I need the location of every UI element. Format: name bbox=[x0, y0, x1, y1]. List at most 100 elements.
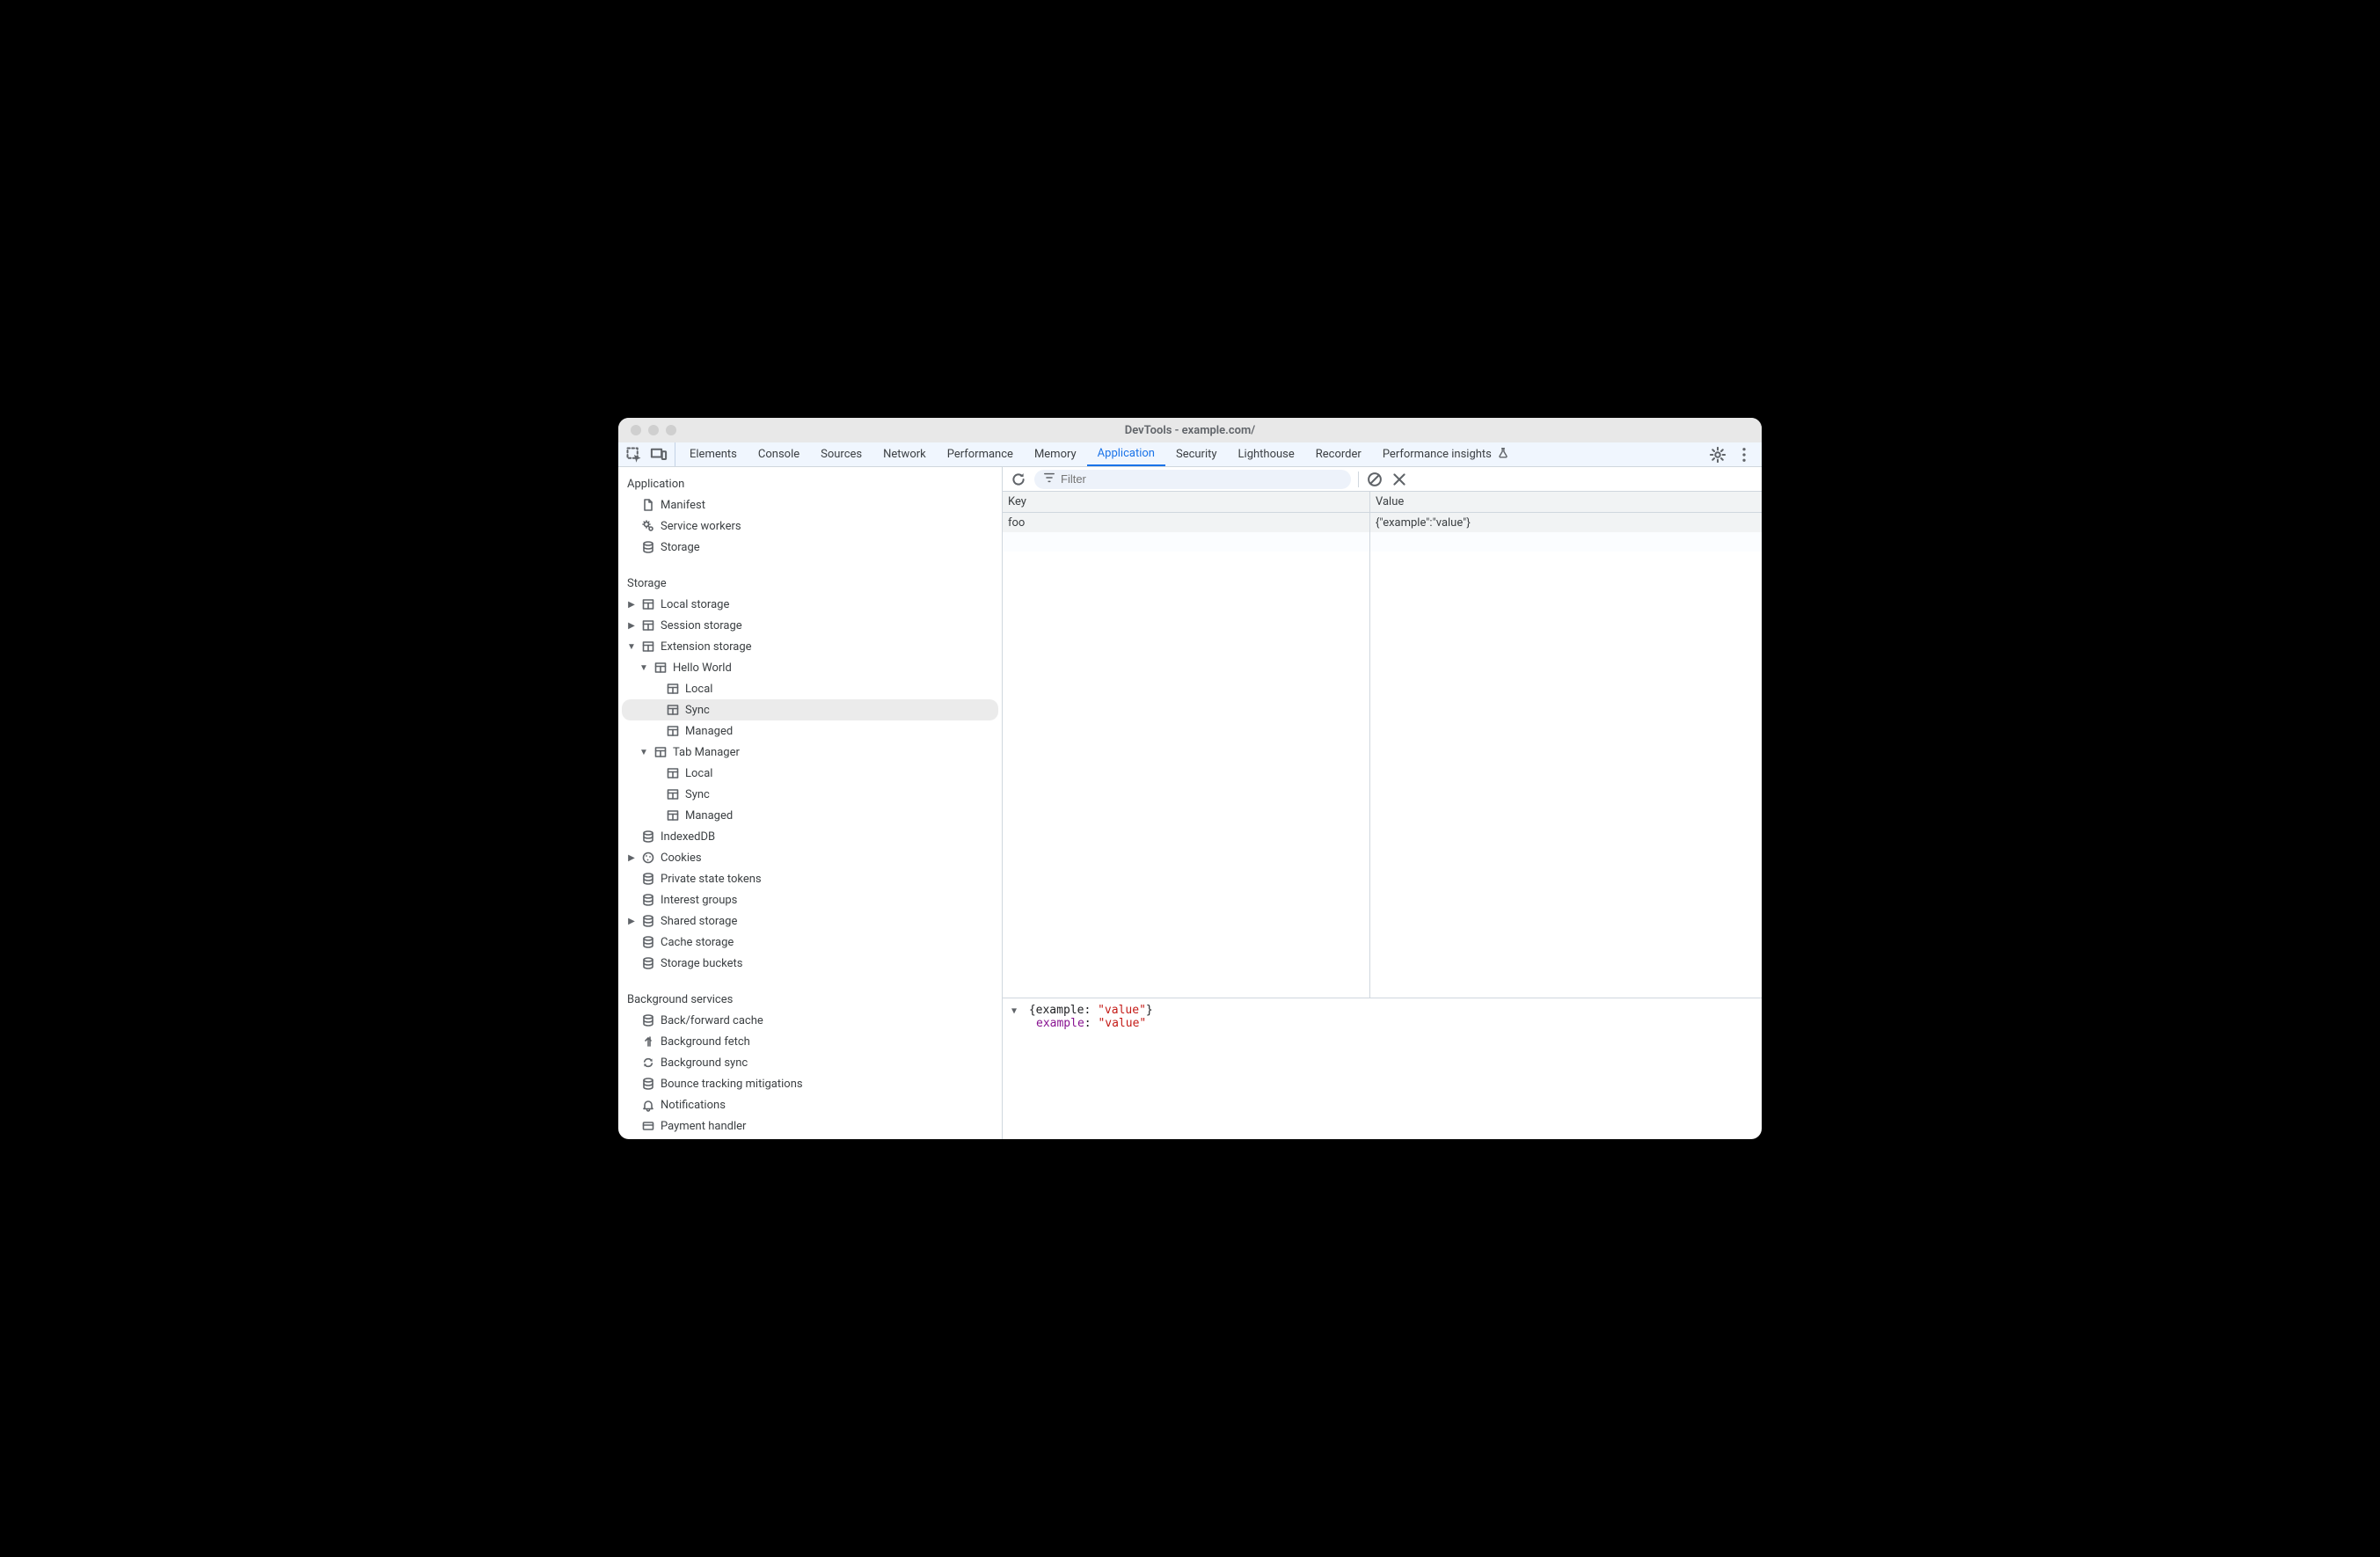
refresh-icon[interactable] bbox=[1010, 471, 1027, 488]
sidebar-item-extension-storage[interactable]: ▼Extension storage bbox=[618, 636, 1002, 657]
key-column-body: foo bbox=[1003, 513, 1369, 998]
tab-label: Elements bbox=[690, 448, 737, 461]
table-icon bbox=[653, 661, 668, 675]
section-header-background-services: Background services bbox=[618, 986, 1002, 1010]
filter-box[interactable] bbox=[1034, 470, 1351, 489]
sidebar-item-session-storage[interactable]: ▶ Session storage bbox=[618, 615, 1002, 636]
close-window-icon[interactable] bbox=[631, 425, 641, 435]
sidebar-item-storage[interactable]: ▶Storage bbox=[618, 537, 1002, 558]
chevron-down-icon[interactable]: ▼ bbox=[639, 663, 648, 673]
tab-label: Sources bbox=[821, 448, 862, 461]
sidebar-item-interest-groups[interactable]: ▶Interest groups bbox=[618, 889, 1002, 910]
zoom-window-icon[interactable] bbox=[666, 425, 676, 435]
sidebar-item-local[interactable]: ▶Local bbox=[618, 678, 1002, 699]
sidebar-item-back/forward-cache[interactable]: ▶Back/forward cache bbox=[618, 1010, 1002, 1031]
settings-icon[interactable] bbox=[1709, 446, 1727, 464]
table-icon bbox=[653, 745, 668, 759]
db-icon bbox=[641, 540, 655, 554]
chevron-down-icon[interactable]: ▼ bbox=[639, 748, 648, 757]
inspect-element-icon[interactable] bbox=[625, 446, 643, 464]
sidebar-item-label: Managed bbox=[685, 809, 733, 822]
toolbar-right-group bbox=[1700, 442, 1762, 466]
sidebar-item-managed[interactable]: ▶Managed bbox=[618, 720, 1002, 742]
db-icon bbox=[641, 956, 655, 970]
sidebar-item-label: Hello World bbox=[673, 662, 732, 675]
section-header-application: Application bbox=[618, 471, 1002, 494]
tab-performance-insights[interactable]: Performance insights bbox=[1372, 442, 1520, 466]
sidebar-item-label: Local bbox=[685, 767, 712, 780]
db-icon bbox=[641, 914, 655, 928]
sidebar-item-label: Shared storage bbox=[661, 915, 737, 928]
sidebar-item-label: Session storage bbox=[661, 619, 742, 632]
sidebar-item-tab-manager[interactable]: ▼Tab Manager bbox=[618, 742, 1002, 763]
table-icon bbox=[666, 766, 680, 780]
sidebar-item-label: Managed bbox=[685, 725, 733, 738]
sidebar-item-shared-storage[interactable]: ▶ Shared storage bbox=[618, 910, 1002, 932]
table-icon bbox=[666, 808, 680, 822]
chevron-right-icon[interactable]: ▶ bbox=[627, 917, 636, 926]
filter-input[interactable] bbox=[1061, 472, 1342, 486]
sidebar-item-label: Private state tokens bbox=[661, 873, 762, 886]
window-controls bbox=[618, 425, 676, 435]
sidebar-item-background-fetch[interactable]: ▶Background fetch bbox=[618, 1031, 1002, 1052]
tab-recorder[interactable]: Recorder bbox=[1305, 442, 1372, 466]
sidebar-item-cache-storage[interactable]: ▶Cache storage bbox=[618, 932, 1002, 953]
sidebar-item-label: Manifest bbox=[661, 499, 705, 512]
sidebar-item-label: Sync bbox=[685, 704, 710, 717]
clear-all-icon[interactable] bbox=[1366, 471, 1383, 488]
sidebar-item-payment-handler[interactable]: ▶Payment handler bbox=[618, 1115, 1002, 1137]
sidebar-item-cookies[interactable]: ▶Cookies bbox=[618, 847, 1002, 868]
value-column-body: {"example":"value"} bbox=[1370, 513, 1762, 998]
table-icon bbox=[666, 787, 680, 801]
sidebar-item-label: Storage buckets bbox=[661, 957, 743, 970]
tab-label: Performance insights bbox=[1383, 448, 1492, 461]
tab-security[interactable]: Security bbox=[1165, 442, 1228, 466]
chevron-down-icon[interactable]: ▼ bbox=[627, 642, 636, 652]
sidebar-item-sync[interactable]: ▶Sync bbox=[622, 699, 998, 720]
sidebar-item-service-workers[interactable]: ▶Service workers bbox=[618, 515, 1002, 537]
sidebar-item-private-state-tokens[interactable]: ▶Private state tokens bbox=[618, 868, 1002, 889]
sidebar-item-storage-buckets[interactable]: ▶Storage buckets bbox=[618, 953, 1002, 974]
tab-console[interactable]: Console bbox=[748, 442, 810, 466]
tab-network[interactable]: Network bbox=[872, 442, 937, 466]
sidebar-item-bounce-tracking-mitigations[interactable]: ▶Bounce tracking mitigations bbox=[618, 1073, 1002, 1094]
sidebar-item-managed[interactable]: ▶Managed bbox=[618, 805, 1002, 826]
minimize-window-icon[interactable] bbox=[648, 425, 659, 435]
sidebar-item-label: Sync bbox=[685, 788, 710, 801]
tab-performance[interactable]: Performance bbox=[937, 442, 1024, 466]
table-row[interactable]: {"example":"value"} bbox=[1370, 513, 1762, 532]
sidebar-item-hello-world[interactable]: ▼ Hello World bbox=[618, 657, 1002, 678]
sidebar-item-notifications[interactable]: ▶Notifications bbox=[618, 1094, 1002, 1115]
sidebar-item-local[interactable]: ▶Local bbox=[618, 763, 1002, 784]
sidebar-item-background-sync[interactable]: ▶Background sync bbox=[618, 1052, 1002, 1073]
key-column-header[interactable]: Key bbox=[1003, 492, 1369, 513]
expand-arrow-icon[interactable]: ▼ bbox=[1011, 1006, 1022, 1016]
preview-summary-value: "value" bbox=[1098, 1004, 1146, 1017]
sidebar-item-indexeddb[interactable]: ▶IndexedDB bbox=[618, 826, 1002, 847]
tab-sources[interactable]: Sources bbox=[810, 442, 872, 466]
main-toolbar: ElementsConsoleSourcesNetworkPerformance… bbox=[618, 442, 1762, 467]
window-title: DevTools - example.com/ bbox=[618, 424, 1762, 437]
fetch-icon bbox=[641, 1034, 655, 1049]
tab-memory[interactable]: Memory bbox=[1024, 442, 1087, 466]
delete-selected-icon[interactable] bbox=[1391, 471, 1408, 488]
toolbar-left-group bbox=[618, 442, 675, 466]
key-column: Key foo bbox=[1003, 492, 1370, 998]
tab-application[interactable]: Application bbox=[1087, 442, 1165, 466]
tab-lighthouse[interactable]: Lighthouse bbox=[1228, 442, 1305, 466]
db-icon bbox=[641, 830, 655, 844]
sidebar-item-local-storage[interactable]: ▶ Local storage bbox=[618, 594, 1002, 615]
more-options-icon[interactable] bbox=[1735, 446, 1753, 464]
cookie-icon bbox=[641, 851, 655, 865]
chevron-right-icon[interactable]: ▶ bbox=[627, 853, 636, 863]
sidebar-item-sync[interactable]: ▶Sync bbox=[618, 784, 1002, 805]
value-column-header[interactable]: Value bbox=[1370, 492, 1762, 513]
tab-elements[interactable]: Elements bbox=[679, 442, 748, 466]
device-toolbar-icon[interactable] bbox=[650, 446, 668, 464]
chevron-right-icon[interactable]: ▶ bbox=[627, 621, 636, 631]
chevron-right-icon[interactable]: ▶ bbox=[627, 600, 636, 610]
sidebar-item-manifest[interactable]: ▶Manifest bbox=[618, 494, 1002, 515]
table-row[interactable]: foo bbox=[1003, 513, 1369, 532]
preview-summary[interactable]: ▼ {example: "value"} bbox=[1011, 1004, 1753, 1017]
sidebar-item-label: Local storage bbox=[661, 598, 729, 611]
